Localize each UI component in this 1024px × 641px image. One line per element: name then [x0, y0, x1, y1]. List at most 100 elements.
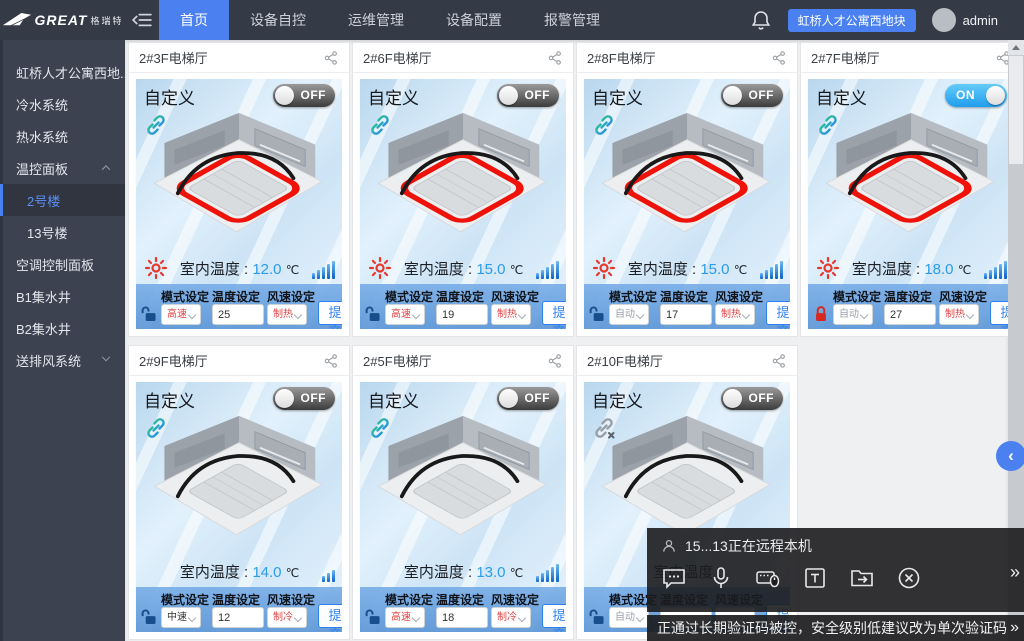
- text-input-icon[interactable]: [802, 565, 828, 591]
- close-session-icon[interactable]: [896, 565, 922, 591]
- sidebar-collapse-icon[interactable]: [125, 0, 159, 40]
- submit-button[interactable]: 提交: [542, 604, 566, 628]
- sidebar-item-label: 热水系统: [16, 127, 68, 146]
- menu-item[interactable]: 首页: [159, 0, 229, 40]
- project-badge[interactable]: 虹桥人才公寓西地块: [788, 9, 916, 32]
- share-icon[interactable]: [323, 353, 339, 369]
- submit-button[interactable]: 提交: [990, 301, 1008, 325]
- sidebar-item[interactable]: 空调控制面板: [0, 248, 125, 280]
- sidebar-item[interactable]: 虹桥人才公寓西地...: [0, 56, 125, 88]
- temp-setpoint-input[interactable]: [436, 304, 488, 325]
- temp-setpoint-input[interactable]: [212, 304, 264, 325]
- chat-icon[interactable]: [661, 565, 687, 591]
- sidebar-item[interactable]: 13号楼: [0, 216, 125, 248]
- mode-select[interactable]: 自动: [609, 607, 649, 628]
- menu-item[interactable]: 设备配置: [425, 0, 523, 40]
- thermostat-card: 2#5F电梯厅 自定义 OFF: [352, 345, 574, 640]
- temp-setting-label: 温度设定: [660, 288, 712, 304]
- toggle-knob: [986, 86, 1005, 105]
- temp-setpoint-input[interactable]: [660, 304, 712, 325]
- power-toggle[interactable]: OFF: [721, 84, 783, 107]
- power-toggle[interactable]: OFF: [273, 387, 335, 410]
- scrollbar-thumb[interactable]: [1009, 56, 1023, 164]
- share-icon[interactable]: [771, 50, 787, 66]
- share-icon[interactable]: [771, 353, 787, 369]
- fan-select[interactable]: 制冷: [267, 607, 307, 628]
- signal-bars-icon: [535, 560, 559, 582]
- menu-item[interactable]: 设备自控: [229, 0, 327, 40]
- thermostat-widget: 自定义 ON: [808, 79, 1008, 329]
- mode-select[interactable]: 中速: [161, 607, 201, 628]
- fan-setting-label: 风速设定: [491, 288, 539, 304]
- share-icon[interactable]: [547, 50, 563, 66]
- lock-icon: [364, 608, 382, 626]
- temp-setpoint-input[interactable]: [212, 607, 264, 628]
- file-transfer-icon[interactable]: [849, 565, 875, 591]
- fan-select[interactable]: 制冷: [491, 607, 531, 628]
- side-panel-toggle-button[interactable]: ‹: [996, 441, 1024, 471]
- card-title: 2#9F电梯厅: [139, 351, 208, 370]
- temp-setting-label: 温度设定: [436, 591, 488, 607]
- power-toggle[interactable]: OFF: [497, 387, 559, 410]
- scroll-up-arrow[interactable]: [1008, 40, 1024, 55]
- share-icon[interactable]: [323, 50, 339, 66]
- ac-unit-image: [808, 111, 1008, 237]
- microphone-icon[interactable]: [708, 565, 734, 591]
- mode-select[interactable]: 自动: [609, 304, 649, 325]
- temp-setpoint-input[interactable]: [884, 304, 936, 325]
- heating-sun-icon: [144, 256, 168, 280]
- fan-setting-label: 风速设定: [267, 288, 315, 304]
- toggle-state-label: ON: [956, 84, 975, 107]
- signal-bars-icon: [311, 257, 335, 279]
- notification-bell-icon[interactable]: [750, 9, 772, 31]
- control-bar: 模式设定 高速 温度设定 风速设定 制热 提交: [136, 284, 342, 329]
- thermostat-widget: 自定义 OFF: [360, 79, 566, 329]
- submit-button[interactable]: 提交: [542, 301, 566, 325]
- power-toggle[interactable]: OFF: [273, 84, 335, 107]
- mode-select[interactable]: 高速: [161, 304, 201, 325]
- person-icon: [661, 538, 677, 554]
- fan-select[interactable]: 制热: [939, 304, 979, 325]
- indoor-temp-row: 室内温度 : 12.0 ℃: [136, 252, 342, 284]
- ac-unit-image: [360, 414, 566, 540]
- sidebar-item[interactable]: 冷水系统: [0, 88, 125, 120]
- topbar-right: 虹桥人才公寓西地块 admin: [750, 8, 1024, 32]
- submit-button[interactable]: 提交: [766, 301, 790, 325]
- indoor-temp-text: 室内温度 : 14.0 ℃: [168, 561, 311, 582]
- remote-control-icon[interactable]: [755, 565, 781, 591]
- mode-select[interactable]: 高速: [385, 304, 425, 325]
- warning-expand-icon[interactable]: »: [1010, 619, 1024, 637]
- menu-item[interactable]: 运维管理: [327, 0, 425, 40]
- sidebar-item[interactable]: B1集水井: [0, 280, 125, 312]
- submit-button[interactable]: 提交: [318, 301, 342, 325]
- fan-select[interactable]: 制热: [267, 304, 307, 325]
- share-icon[interactable]: [547, 353, 563, 369]
- mode-select[interactable]: 自动: [833, 304, 873, 325]
- sidebar: 虹桥人才公寓西地...冷水系统热水系统温控面板2号楼13号楼空调控制面板B1集水…: [0, 40, 125, 641]
- heating-sun-icon: [816, 256, 840, 280]
- sidebar-item[interactable]: 热水系统: [0, 120, 125, 152]
- toggle-knob: [275, 389, 294, 408]
- temp-setpoint-input[interactable]: [436, 607, 488, 628]
- power-toggle[interactable]: OFF: [497, 84, 559, 107]
- expand-toolbar-icon[interactable]: »: [1010, 562, 1020, 583]
- ac-unit-image: [136, 111, 342, 237]
- sidebar-item[interactable]: 送排风系统: [0, 344, 125, 376]
- sidebar-item[interactable]: 温控面板: [0, 152, 125, 184]
- fan-select[interactable]: 制热: [715, 304, 755, 325]
- sidebar-item[interactable]: B2集水井: [0, 312, 125, 344]
- menu-item[interactable]: 报警管理: [523, 0, 621, 40]
- share-icon[interactable]: [995, 50, 1008, 66]
- card-title: 2#10F电梯厅: [587, 351, 663, 370]
- submit-button[interactable]: 提交: [318, 604, 342, 628]
- control-bar: 模式设定 自动 温度设定 风速设定 制热 提交: [808, 284, 1008, 329]
- toggle-knob: [499, 389, 518, 408]
- user-menu[interactable]: admin: [932, 8, 998, 32]
- signal-bars-icon: [759, 257, 783, 279]
- fan-select[interactable]: 制热: [491, 304, 531, 325]
- sidebar-item[interactable]: 2号楼: [0, 184, 125, 216]
- mode-select[interactable]: 高速: [385, 607, 425, 628]
- remote-session-text: 15...13正在远程本机: [685, 536, 812, 556]
- power-toggle[interactable]: ON: [945, 84, 1007, 107]
- power-toggle[interactable]: OFF: [721, 387, 783, 410]
